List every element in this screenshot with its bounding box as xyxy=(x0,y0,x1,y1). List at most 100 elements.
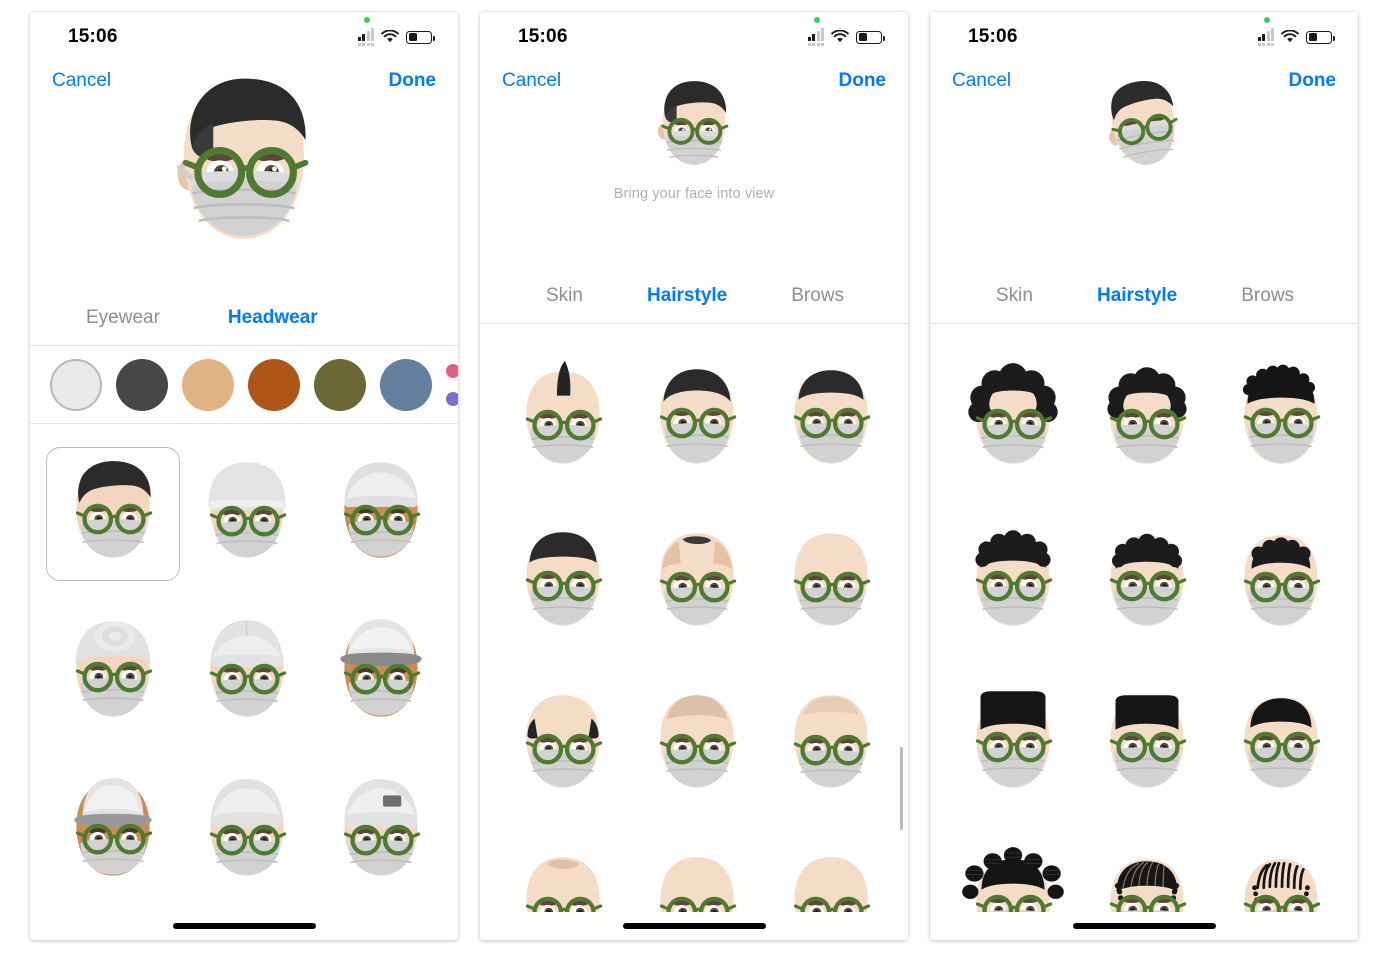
phone-panel-headwear: 15:06 Cancel Done Eyewear Headwear xyxy=(30,12,458,940)
memoji-thumb xyxy=(343,778,421,876)
hairstyle-cell-bald-patch[interactable] xyxy=(496,824,630,912)
memoji-thumb xyxy=(75,620,153,717)
hairstyle-cell-tight-curls-high[interactable] xyxy=(946,500,1080,662)
memoji-thumb xyxy=(208,461,287,558)
cellular-signal-icon xyxy=(357,28,374,46)
category-tab-bar: Skin Hairstyle Brows E xyxy=(930,268,1358,324)
hairstyle-cell-short-crop[interactable] xyxy=(630,338,764,500)
tab-skin[interactable]: Skin xyxy=(996,285,1033,307)
recording-indicator-icon xyxy=(1263,17,1270,23)
hairstyle-cell-flat-top-tall[interactable] xyxy=(946,662,1080,824)
cancel-button[interactable]: Cancel xyxy=(502,70,561,92)
done-button[interactable]: Done xyxy=(1289,70,1337,92)
memoji-thumb xyxy=(793,370,871,464)
tab-brows[interactable]: Brows xyxy=(1241,285,1294,307)
memoji-thumb xyxy=(793,533,871,626)
hairstyle-cell-bald-full[interactable] xyxy=(764,662,898,824)
hairstyle-cell-curly-afro-medium[interactable] xyxy=(1080,338,1214,500)
done-button[interactable]: Done xyxy=(839,70,887,92)
hairstyle-cell-curly-afro-long[interactable] xyxy=(946,338,1080,500)
hairstyle-cell-spiky-top[interactable] xyxy=(1214,338,1348,500)
memoji-thumb xyxy=(209,778,287,876)
done-button[interactable]: Done xyxy=(389,70,437,92)
memoji-thumb xyxy=(74,777,153,876)
memoji-thumb xyxy=(1109,695,1187,788)
memoji-thumb xyxy=(525,361,603,464)
wifi-icon xyxy=(1281,30,1299,43)
status-clock: 15:06 xyxy=(968,26,1018,47)
hairstyle-cell-mohawk[interactable] xyxy=(496,338,630,500)
memoji-thumb xyxy=(340,618,422,717)
category-tab-bar: Skin Hairstyle Brows E xyxy=(480,268,908,324)
memoji-thumb xyxy=(209,619,287,717)
headwear-cell-bandana-white[interactable] xyxy=(180,593,314,752)
memoji-thumb xyxy=(1242,364,1321,464)
hairstyle-cell-cornrows-short[interactable] xyxy=(1214,824,1348,912)
tab-skin[interactable]: Skin xyxy=(546,285,583,307)
tab-brows[interactable]: Brows xyxy=(791,285,844,307)
tab-headwear[interactable]: Headwear xyxy=(228,307,318,329)
hairstyle-cell-bald-smooth-2[interactable] xyxy=(764,824,898,912)
nav-bar: Cancel Done xyxy=(930,58,1358,104)
category-tab-bar: Eyewear Headwear xyxy=(30,290,458,346)
home-indicator xyxy=(30,912,458,940)
memoji-thumb xyxy=(1243,535,1321,626)
hairstyle-cell-tight-curls-mid[interactable] xyxy=(1080,500,1214,662)
headwear-cell-bucket-hat-white[interactable] xyxy=(46,752,180,911)
headwear-cell-soft-cap-white[interactable] xyxy=(180,752,314,911)
phone-panel-hairstyle-curly: 15:06 Cancel Done Skin Hairstyle Brows xyxy=(930,12,1358,940)
cancel-button[interactable]: Cancel xyxy=(52,70,111,92)
memoji-thumb xyxy=(793,695,871,788)
memoji-thumb xyxy=(1243,859,1321,912)
memoji-thumb xyxy=(659,369,737,464)
hairstyle-cell-flat-top-mid[interactable] xyxy=(1080,662,1214,824)
hairstyle-cell-bantu-knots[interactable] xyxy=(946,824,1080,912)
hairstyle-option-grid xyxy=(480,324,908,912)
tab-hairstyle[interactable]: Hairstyle xyxy=(1097,285,1177,307)
color-swatch-rust[interactable] xyxy=(248,358,300,411)
hairstyle-option-grid xyxy=(930,324,1358,912)
color-swatch-row[interactable] xyxy=(30,346,458,424)
hairstyle-cell-receding-short[interactable] xyxy=(496,500,630,662)
battery-icon xyxy=(856,30,885,44)
color-swatch-tan[interactable] xyxy=(182,358,234,411)
cancel-button[interactable]: Cancel xyxy=(952,70,1011,92)
tab-eyewear[interactable]: Eyewear xyxy=(86,307,160,329)
hairstyle-cell-balding-crown[interactable] xyxy=(630,500,764,662)
memoji-thumb xyxy=(968,363,1058,464)
cellular-signal-icon xyxy=(1257,28,1274,46)
color-swatch-steelblue[interactable] xyxy=(380,358,432,411)
color-swatch-olive[interactable] xyxy=(314,358,366,411)
hairstyle-cell-flat-top-short[interactable] xyxy=(1214,662,1348,824)
recording-indicator-icon xyxy=(363,17,370,23)
color-swatch-overflow[interactable] xyxy=(446,363,458,406)
tab-hairstyle[interactable]: Hairstyle xyxy=(647,285,727,307)
status-bar: 15:06 xyxy=(930,12,1358,58)
color-swatch-white[interactable] xyxy=(50,358,102,411)
color-swatch-charcoal[interactable] xyxy=(116,358,168,411)
status-bar: 15:06 xyxy=(30,12,458,58)
headwear-cell-beanie-white[interactable] xyxy=(180,434,314,593)
hairstyle-cell-bald-shaved[interactable] xyxy=(764,500,898,662)
memoji-thumb xyxy=(659,857,737,912)
hairstyle-cell-bald-smooth[interactable] xyxy=(630,824,764,912)
headwear-cell-cap-white-grey-brim[interactable] xyxy=(314,593,448,752)
hairstyle-cell-bald-side-tufts[interactable] xyxy=(496,662,630,824)
memoji-thumb xyxy=(525,695,603,788)
headwear-cell-turban-white[interactable] xyxy=(46,593,180,752)
memoji-thumb xyxy=(1107,367,1187,464)
hairstyle-cell-buzz-cut[interactable] xyxy=(764,338,898,500)
memoji-thumb xyxy=(975,530,1053,626)
hairstyle-cell-tight-curls-low[interactable] xyxy=(1214,500,1348,662)
memoji-thumb xyxy=(659,695,737,788)
hairstyle-cell-cornrows-back[interactable] xyxy=(1080,824,1214,912)
wifi-icon xyxy=(831,30,849,43)
memoji-thumb xyxy=(343,461,421,558)
battery-icon xyxy=(406,30,435,44)
grid-scrollbar[interactable] xyxy=(900,747,903,830)
headwear-cell-skullcap-white[interactable] xyxy=(314,434,448,593)
headwear-cell-no-headwear-dark-hair[interactable] xyxy=(46,434,180,593)
headwear-cell-cap-white-patch[interactable] xyxy=(314,752,448,911)
hairstyle-cell-bald-thin-top[interactable] xyxy=(630,662,764,824)
home-indicator xyxy=(480,912,908,940)
